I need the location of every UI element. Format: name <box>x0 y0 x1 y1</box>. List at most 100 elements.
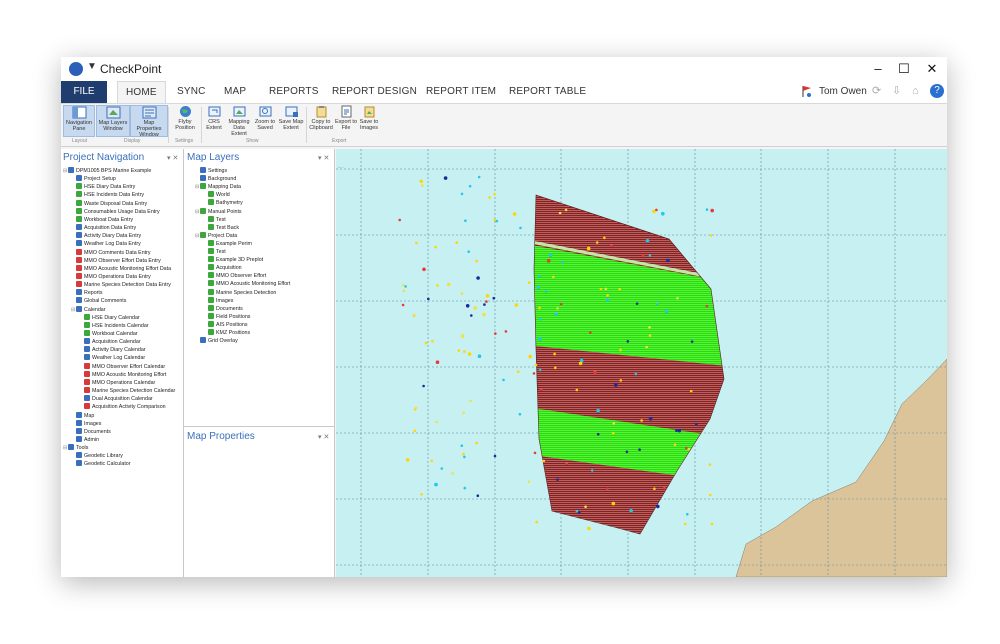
tab-report-item[interactable]: REPORT ITEM <box>426 86 496 97</box>
mapping-data-extent-button[interactable]: Mapping Data Extent <box>226 105 252 137</box>
layer-tree-item[interactable]: Example 3D Preplot <box>203 256 263 264</box>
tree-item-label: HSE Incidents Calendar <box>92 322 149 329</box>
layer-tree-item[interactable]: Settings <box>195 167 227 175</box>
download-icon[interactable]: ⇩ <box>892 85 904 97</box>
quick-access-dropdown-icon[interactable]: ▼ <box>87 61 97 72</box>
nav-tree-item[interactable]: ⊟ Calendar <box>71 305 106 314</box>
nav-tree-item[interactable]: MMO Observer Effort Data Entry <box>71 256 161 265</box>
nav-tree-item[interactable]: Workboat Calendar <box>79 330 138 338</box>
survey-area[interactable] <box>526 189 736 539</box>
position-point <box>502 378 505 382</box>
nav-tree-item[interactable]: Geodetic Calculator <box>71 460 131 468</box>
nav-tree-item[interactable]: MMO Operations Data Entry <box>71 272 151 281</box>
nav-tree-item[interactable]: Workboat Data Entry <box>71 215 133 224</box>
layer-tree-item[interactable]: KMZ Positions <box>203 329 250 337</box>
nav-tree-item[interactable]: MMO Comments Data Entry <box>71 248 151 257</box>
tab-report-table[interactable]: REPORT TABLE <box>509 86 586 97</box>
nav-tree-item[interactable]: Map <box>71 411 94 420</box>
layer-tree-item[interactable]: ⊟ Mapping Data <box>195 183 241 191</box>
nav-tree-item[interactable]: HSE Incidents Data Entry <box>71 191 144 199</box>
save-map-extent-button[interactable]: Save Map Extent <box>278 105 304 131</box>
close-button[interactable]: ✕ <box>921 60 943 78</box>
layer-tree-item[interactable]: Field Positions <box>203 312 250 321</box>
nav-tree-item[interactable]: MMO Acoustic Monitoring Effort Data <box>71 264 171 273</box>
layer-tree-item[interactable]: MMO Acoustic Monitoring Effort <box>203 280 290 288</box>
flyby-position-button[interactable]: Flyby Position <box>171 105 199 131</box>
item-icon <box>76 248 82 255</box>
nav-tree-item[interactable]: MMO Acoustic Monitoring Effort <box>79 370 166 379</box>
nav-tree-item[interactable]: ⊟ Tools <box>63 444 88 452</box>
pane-controls[interactable]: ▾ ✕ <box>318 433 329 441</box>
nav-tree-item[interactable]: Waste Disposal Data Entry <box>71 199 147 208</box>
nav-tree-item[interactable]: Activity Diary Calendar <box>79 346 146 354</box>
layer-tree-item[interactable]: Test Back <box>203 223 239 232</box>
nav-tree-item[interactable]: HSE Incidents Calendar <box>79 321 149 330</box>
navigation-pane-button[interactable]: Navigation Pane <box>63 105 95 137</box>
nav-tree-item[interactable]: HSE Diary Calendar <box>79 313 140 322</box>
map-view[interactable]: ‧‧‧‧‧ <box>336 149 947 577</box>
export-to-file-button[interactable]: Export to File <box>335 105 357 131</box>
nav-tree-item[interactable]: Weather Log Data Entry <box>71 240 141 248</box>
user-name[interactable]: Tom Owen <box>819 86 867 97</box>
nav-tree-item[interactable]: Images <box>71 419 101 428</box>
map-layers-window-button[interactable]: Map Layers Window <box>96 105 130 137</box>
nav-tree-item[interactable]: HSE Diary Data Entry <box>71 183 135 191</box>
layer-tree-item[interactable]: ⊟ Project Data <box>195 231 237 240</box>
nav-tree-item[interactable]: MMO Observer Effort Calendar <box>79 362 165 371</box>
nav-tree-item[interactable]: Activity Diary Data Entry <box>71 232 141 240</box>
maximize-button[interactable]: ☐ <box>893 60 915 78</box>
nav-tree-item[interactable]: Acquisition Data Entry <box>71 224 136 232</box>
position-point <box>467 250 470 253</box>
layer-tree-item[interactable]: Test <box>203 248 226 256</box>
map-canvas[interactable]: ‧‧‧‧‧ <box>336 149 947 577</box>
nav-tree-item[interactable]: Acquisition Activity Comparison <box>79 403 166 411</box>
nav-tree-item[interactable]: Acquisition Calendar <box>79 338 141 346</box>
nav-tree-item[interactable]: Marine Species Detection Calendar <box>79 387 175 395</box>
home-icon[interactable]: ⌂ <box>912 85 924 97</box>
zoom-to-saved-button[interactable]: Zoom to Saved <box>253 105 277 131</box>
nav-tree-item[interactable]: ⊟ DPM1005 BPS Marine Example <box>63 167 151 175</box>
user-flag-icon[interactable] <box>801 85 813 98</box>
item-icon <box>76 264 82 271</box>
tab-report-design[interactable]: REPORT DESIGN <box>332 86 417 97</box>
minimize-button[interactable]: – <box>867 60 889 78</box>
sync-icon[interactable]: ⟳ <box>872 85 884 97</box>
nav-tree-item[interactable]: Documents <box>71 427 111 436</box>
tab-home[interactable]: HOME <box>117 81 166 103</box>
nav-tree-item[interactable]: MMO Operations Calendar <box>79 378 155 387</box>
position-point <box>455 241 458 244</box>
nav-tree-item[interactable]: Reports <box>71 289 103 297</box>
layer-tree-item[interactable]: Marine Species Detection <box>203 288 276 297</box>
file-tab[interactable]: FILE <box>61 81 107 103</box>
save-to-images-button[interactable]: Save to Images <box>358 105 380 131</box>
layer-tree-item[interactable]: Background <box>195 175 236 183</box>
nav-tree-item[interactable]: Consumables Usage Data Entry <box>71 207 160 216</box>
layer-tree-item[interactable]: Bathymetry <box>203 199 243 207</box>
nav-tree-item[interactable]: Geodetic Library <box>71 452 123 460</box>
nav-tree-item[interactable]: Admin <box>71 435 99 444</box>
layer-tree-item[interactable]: ⊟ Manual Points <box>195 207 242 216</box>
nav-tree-item[interactable]: Weather Log Calendar <box>79 354 145 362</box>
tab-sync[interactable]: SYNC <box>177 86 206 97</box>
layer-tree-item[interactable]: Documents <box>203 304 243 313</box>
layer-tree-item[interactable]: Test <box>203 215 226 224</box>
layer-tree-item[interactable]: World <box>203 191 230 199</box>
nav-tree-item[interactable]: Marine Species Detection Data Entry <box>71 281 171 289</box>
nav-tree-item[interactable]: Project Setup <box>71 175 116 183</box>
crs-extent-button[interactable]: CRS Extent <box>203 105 225 131</box>
map-properties-window-button[interactable]: Map Properties Window <box>130 105 168 138</box>
pane-controls[interactable]: ▾ ✕ <box>318 154 329 162</box>
help-icon[interactable]: ? <box>930 84 944 98</box>
layer-tree-item[interactable]: AIS Positions <box>203 320 248 329</box>
layer-tree-item[interactable]: Images <box>203 296 233 305</box>
tab-map[interactable]: MAP <box>224 86 246 97</box>
pane-controls[interactable]: ▾ ✕ <box>167 154 178 162</box>
nav-tree-item[interactable]: Global Comments <box>71 297 126 305</box>
layer-tree-item[interactable]: Acquisition <box>203 264 242 272</box>
layer-tree-item[interactable]: Example Perim <box>203 239 252 248</box>
nav-tree-item[interactable]: Dual Acquisition Calendar <box>79 395 153 403</box>
layer-tree-item[interactable]: Grid Overlay <box>195 337 238 345</box>
copy-to-clipboard-button[interactable]: Copy to Clipboard <box>308 105 334 131</box>
tab-reports[interactable]: REPORTS <box>269 86 319 97</box>
layer-tree-item[interactable]: MMO Observer Effort <box>203 272 266 280</box>
